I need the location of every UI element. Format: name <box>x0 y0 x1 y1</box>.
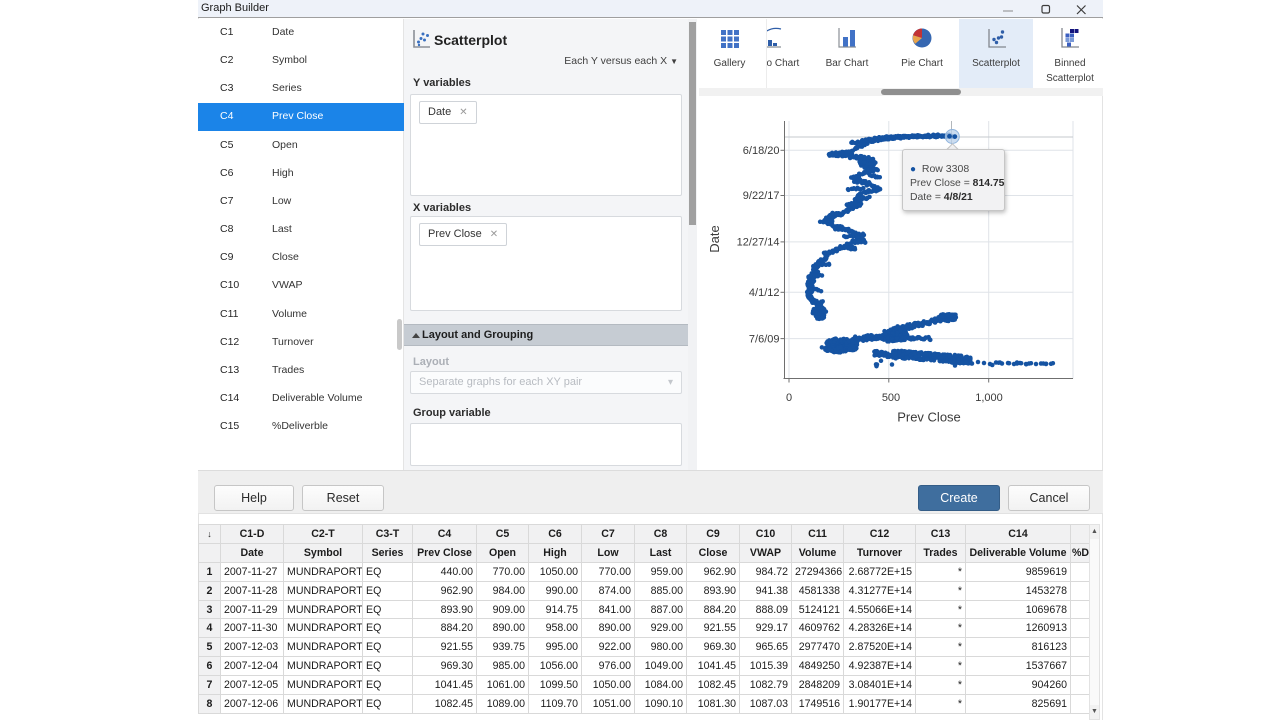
svg-text:12/27/14: 12/27/14 <box>737 237 780 249</box>
svg-text:9/22/17: 9/22/17 <box>743 190 780 202</box>
svg-text:Prev Close: Prev Close <box>897 410 961 425</box>
svg-text:500: 500 <box>882 392 900 404</box>
svg-text:1,000: 1,000 <box>975 392 1003 404</box>
svg-text:6/18/20: 6/18/20 <box>743 145 780 157</box>
svg-text:0: 0 <box>786 392 792 404</box>
svg-text:Date: Date <box>707 225 722 252</box>
svg-text:4/1/12: 4/1/12 <box>749 287 780 299</box>
svg-text:7/6/09: 7/6/09 <box>749 333 780 345</box>
